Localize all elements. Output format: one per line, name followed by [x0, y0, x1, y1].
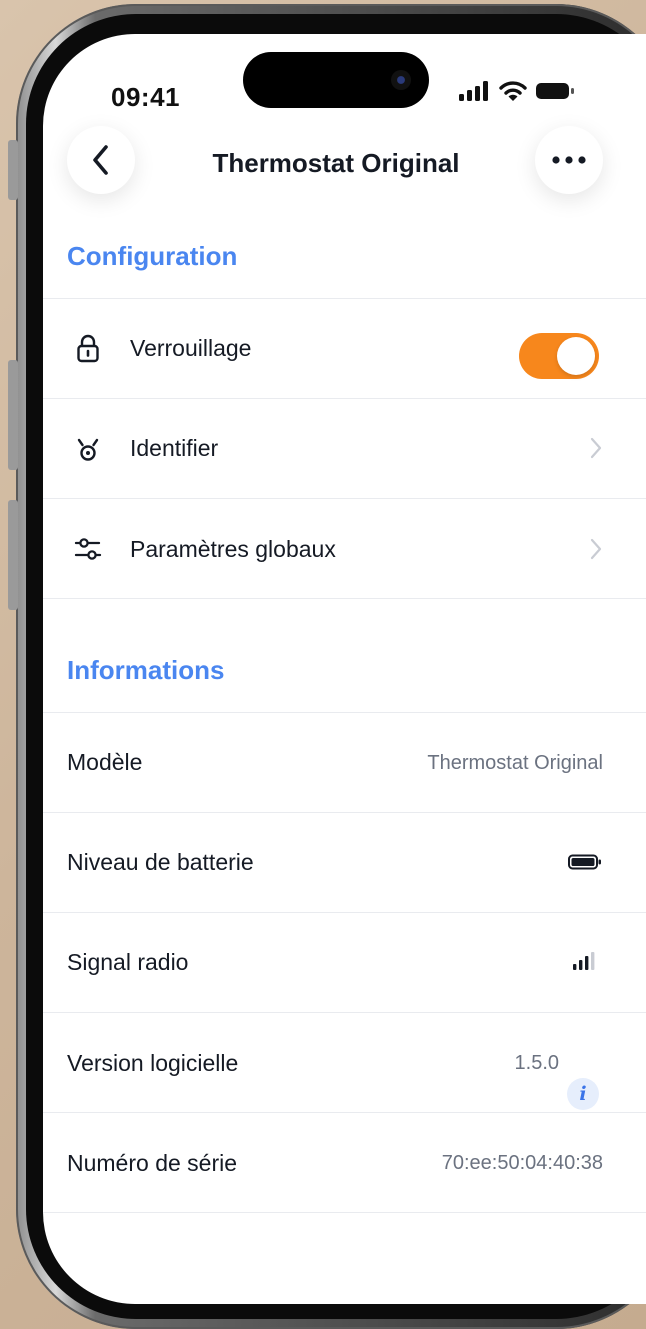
signal-bars-icon [573, 952, 595, 970]
info-row-value: Thermostat Original [427, 752, 603, 774]
wifi-icon [499, 81, 527, 101]
identify-blink-icon [77, 438, 99, 461]
dynamic-island [243, 52, 429, 108]
more-button[interactable] [535, 126, 603, 194]
info-row-signal: Signal radio [43, 913, 646, 1012]
info-icon[interactable]: i [567, 1078, 599, 1110]
info-row-label: Signal radio [67, 949, 189, 975]
section-title-configuration: Configuration [67, 241, 238, 271]
divider [43, 1212, 646, 1213]
side-button [8, 360, 18, 470]
chevron-right-icon [590, 437, 602, 459]
battery-full-icon [568, 854, 601, 870]
info-row-label: Niveau de batterie [67, 849, 254, 875]
section-title-informations: Informations [67, 655, 225, 685]
cellular-signal-icon [459, 81, 488, 101]
chevron-right-icon [590, 538, 602, 560]
info-row-value: 70:ee:50:04:40:38 [441, 1152, 603, 1174]
config-row-label: Identifier [130, 435, 219, 461]
config-row-label: Verrouillage [130, 335, 252, 361]
lock-toggle[interactable] [519, 333, 599, 379]
side-button [8, 500, 18, 610]
divider [43, 598, 646, 599]
info-row-value: 1.5.0 [514, 1052, 559, 1074]
info-row-label: Modèle [67, 749, 143, 775]
status-time: 09:41 [111, 82, 180, 112]
camera-icon [391, 70, 411, 90]
info-row-serial-number: Numéro de série 70:ee:50:04:40:38 [43, 1113, 646, 1212]
status-icons [459, 76, 575, 106]
battery-icon [536, 83, 574, 99]
info-row-model: Modèle Thermostat Original [43, 713, 646, 812]
side-button [8, 140, 18, 200]
toggle-knob [557, 337, 595, 375]
screen: 09:41 Thermostat Original Configuration … [43, 34, 646, 1304]
more-horizontal-icon [552, 156, 586, 164]
info-row-label: Version logicielle [67, 1050, 239, 1076]
info-row-software-version: Version logicielle 1.5.0 [43, 1013, 646, 1112]
config-row-global-settings[interactable]: Paramètres globaux [43, 499, 646, 598]
config-row-identify[interactable]: Identifier [43, 399, 646, 498]
sliders-icon [74, 538, 102, 560]
info-row-battery: Niveau de batterie [43, 813, 646, 912]
info-row-label: Numéro de série [67, 1150, 238, 1176]
config-row-label: Paramètres globaux [130, 536, 336, 562]
lock-icon [77, 334, 99, 363]
